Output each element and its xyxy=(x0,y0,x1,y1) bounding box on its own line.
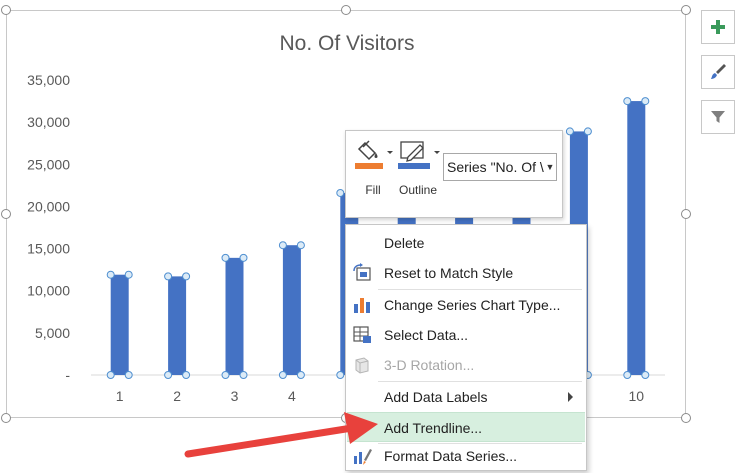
menu-item-label: Add Trendline... xyxy=(384,420,483,436)
menu-item-label: 3-D Rotation... xyxy=(384,357,475,373)
bar-selection-handle xyxy=(641,371,650,379)
bar-selection-handle xyxy=(221,371,230,379)
format-mini-toolbar: Fill Outline Series "No. Of \ ▼ xyxy=(345,130,563,218)
bar-selection-handle xyxy=(623,371,632,379)
chart-styles-button[interactable] xyxy=(701,55,735,89)
outline-label: Outline xyxy=(398,183,438,197)
brush-icon xyxy=(711,64,726,79)
resize-handle-bottom-left[interactable] xyxy=(1,413,11,423)
bar-selection-handle xyxy=(583,127,592,136)
menu-item-add-trendline[interactable]: Add Trendline... xyxy=(347,412,585,442)
y-tick-label: 35,000 xyxy=(27,72,70,88)
bar-selection-handle xyxy=(106,371,115,379)
filter-icon xyxy=(711,111,725,123)
resize-handle-middle-left[interactable] xyxy=(1,209,11,219)
bar-selection-handle xyxy=(164,371,173,379)
series-select-value: Series "No. Of \ xyxy=(447,159,544,175)
chart-type-icon xyxy=(354,298,370,313)
bar[interactable] xyxy=(282,245,301,375)
x-tick-label: 1 xyxy=(116,388,124,404)
chevron-right-icon xyxy=(568,392,573,402)
x-tick-label: 10 xyxy=(629,388,645,404)
fill-color-swatch xyxy=(355,163,383,169)
bar-selection-handle xyxy=(641,97,650,106)
bar-selection-handle xyxy=(336,188,345,197)
outline-color-swatch xyxy=(398,163,430,169)
bar-selection-handle xyxy=(296,371,305,379)
y-tick-label: 15,000 xyxy=(27,241,70,257)
bar-selection-handle xyxy=(565,127,574,136)
rotation-3d-icon xyxy=(355,357,369,374)
bar[interactable] xyxy=(627,101,646,376)
x-tick-label: 2 xyxy=(173,388,181,404)
menu-item-delete[interactable]: Delete xyxy=(347,228,585,258)
bar-selection-handle xyxy=(221,253,230,262)
resize-handle-bottom-right[interactable] xyxy=(681,413,691,423)
bar[interactable] xyxy=(225,257,244,375)
resize-handle-top-right[interactable] xyxy=(681,5,691,15)
chart-elements-button[interactable] xyxy=(701,10,735,44)
bar-selection-handle xyxy=(124,371,133,379)
resize-handle-top-center[interactable] xyxy=(341,5,351,15)
menu-item-label: Select Data... xyxy=(384,327,469,343)
select-data-icon xyxy=(353,326,371,343)
menu-item-change-chart-type[interactable]: Change Series Chart Type... xyxy=(347,290,585,320)
resize-handle-middle-right[interactable] xyxy=(681,209,691,219)
menu-item-add-data-labels[interactable]: Add Data Labels xyxy=(347,382,585,412)
format-series-icon xyxy=(354,449,372,465)
menu-item-select-data[interactable]: Select Data... xyxy=(347,320,585,350)
series-select-dropdown[interactable]: Series "No. Of \ ▼ xyxy=(443,153,557,181)
menu-item-label: Reset to Match Style xyxy=(384,265,514,281)
bar[interactable] xyxy=(168,276,187,375)
chart-title[interactable]: No. Of Visitors xyxy=(280,32,415,55)
outline-button[interactable]: Outline xyxy=(394,137,442,197)
y-tick-label: 20,000 xyxy=(27,198,70,214)
context-menu: Delete Reset to Match Style Change Serie… xyxy=(345,224,587,471)
y-tick-label: 25,000 xyxy=(27,156,70,172)
y-tick-label: 10,000 xyxy=(27,283,70,299)
chart-filters-button[interactable] xyxy=(701,100,735,134)
bar-selection-handle xyxy=(623,97,632,106)
y-tick-label: - xyxy=(65,367,70,383)
reset-style-icon xyxy=(353,263,371,281)
bar-selection-handle xyxy=(278,241,287,250)
bar-selection-handle xyxy=(296,241,305,250)
menu-item-label: Delete xyxy=(384,235,425,251)
menu-item-reset-style[interactable]: Reset to Match Style xyxy=(347,258,585,288)
bar-selection-handle xyxy=(164,272,173,281)
bar-selection-handle xyxy=(182,371,191,379)
bar-selection-handle xyxy=(336,371,345,379)
fill-button[interactable]: Fill xyxy=(349,137,397,197)
y-tick-label: 5,000 xyxy=(35,325,70,341)
bar-selection-handle xyxy=(182,272,191,281)
bar-selection-handle xyxy=(239,253,248,262)
resize-handle-top-left[interactable] xyxy=(1,5,11,15)
x-tick-label: 3 xyxy=(231,388,239,404)
bar-selection-handle xyxy=(124,270,133,279)
pen-outline-icon xyxy=(398,141,440,169)
menu-item-format-data-series[interactable]: Format Data Series... xyxy=(347,441,585,471)
menu-item-3d-rotation[interactable]: 3-D Rotation... xyxy=(347,350,585,380)
menu-item-label: Change Series Chart Type... xyxy=(384,297,561,313)
bar-selection-handle xyxy=(106,270,115,279)
y-tick-label: 30,000 xyxy=(27,114,70,130)
menu-item-label: Format Data Series... xyxy=(384,448,518,464)
menu-item-label: Add Data Labels xyxy=(384,389,488,405)
bar[interactable] xyxy=(110,274,129,375)
bar-selection-handle xyxy=(278,371,287,379)
fill-label: Fill xyxy=(365,183,381,197)
plus-icon xyxy=(711,20,725,34)
paint-bucket-icon xyxy=(355,140,393,169)
x-tick-label: 4 xyxy=(288,388,296,404)
bar-selection-handle xyxy=(239,371,248,379)
chevron-down-icon: ▼ xyxy=(545,162,555,172)
